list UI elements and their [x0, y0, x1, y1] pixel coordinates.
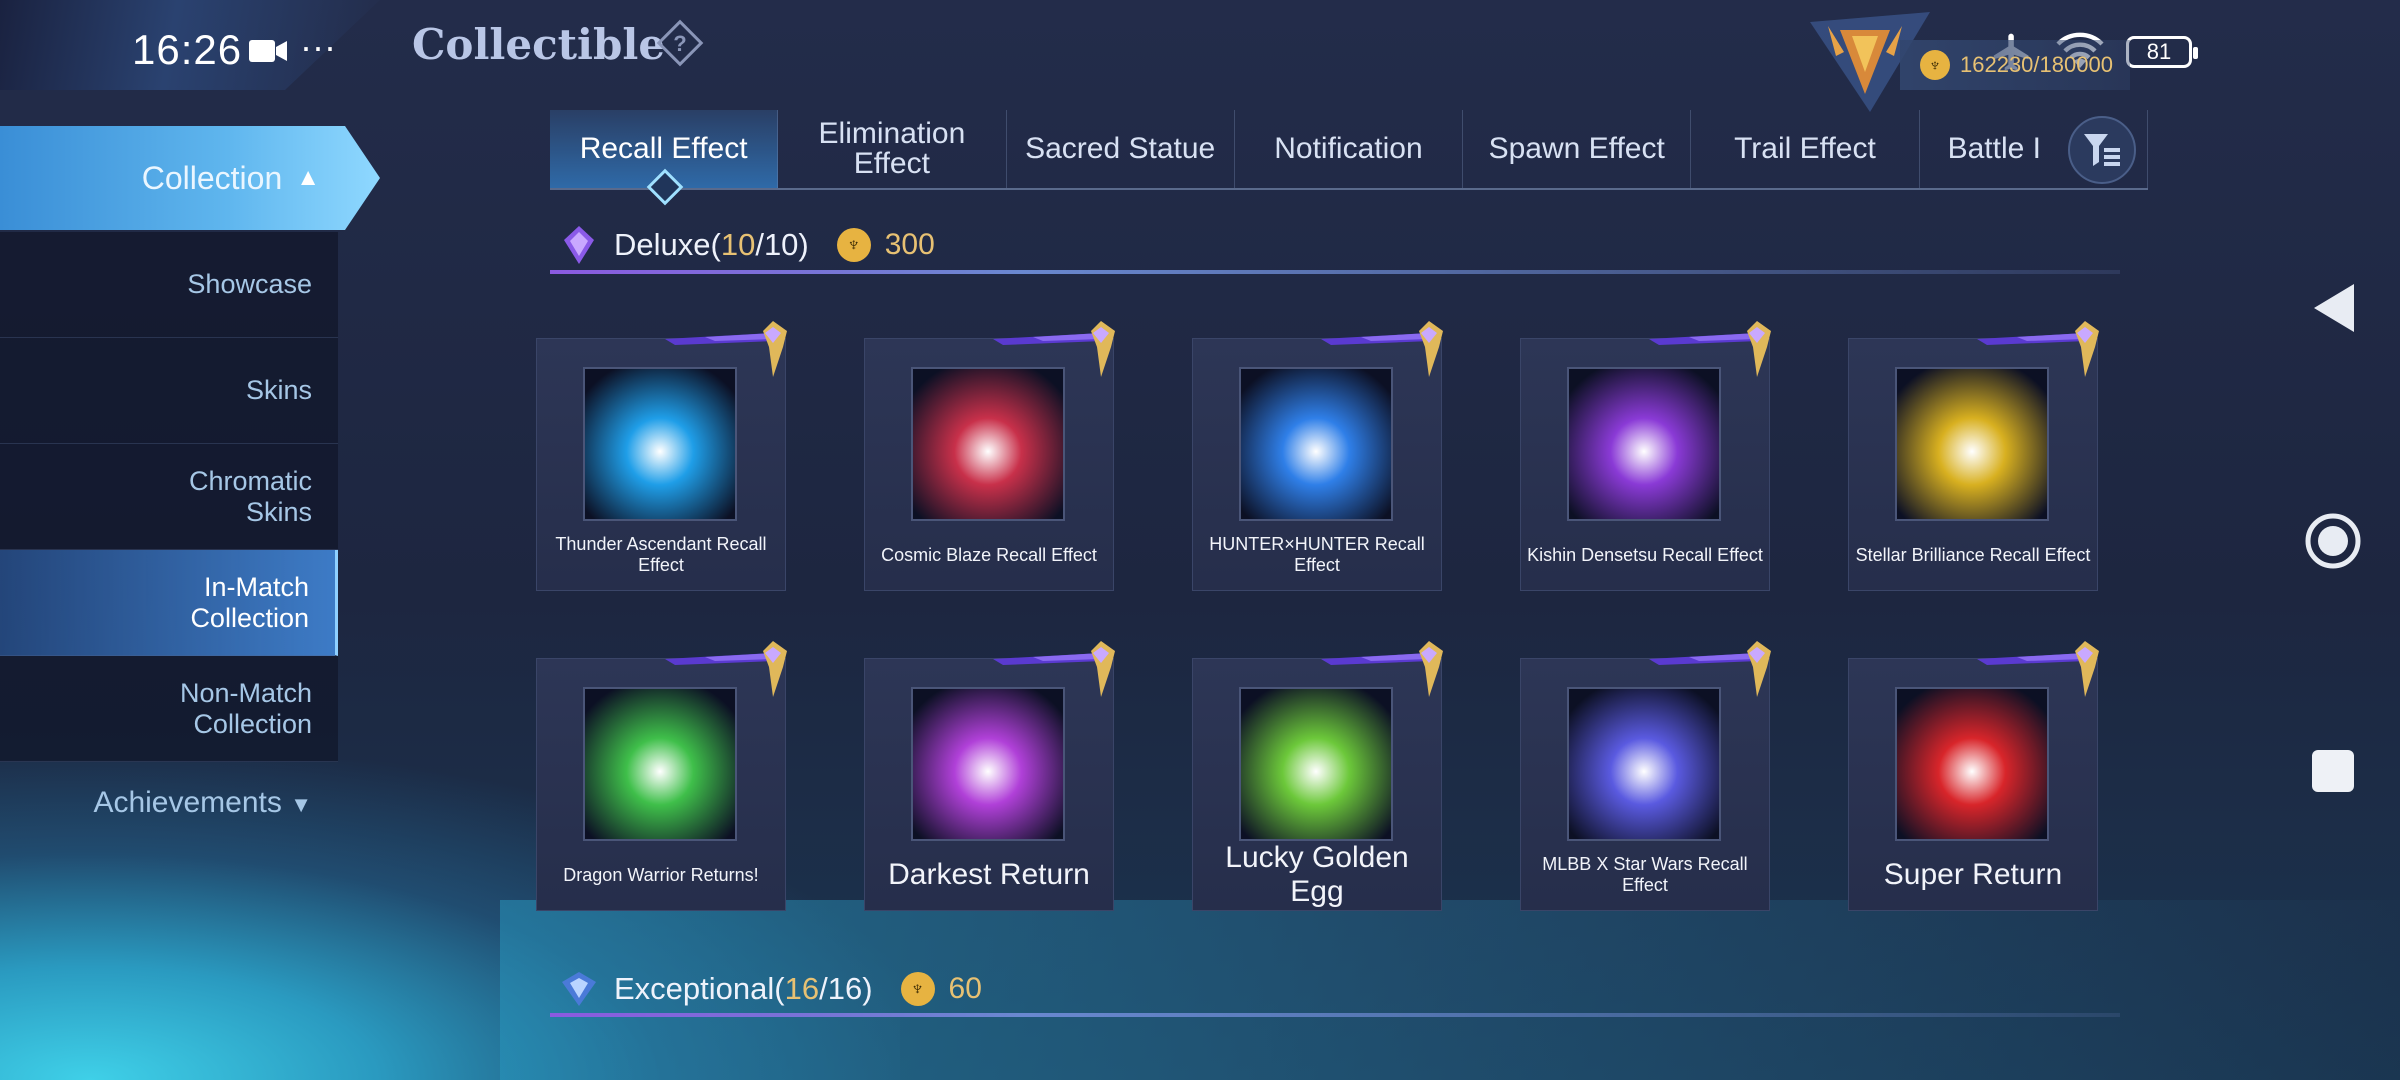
battery-indicator: 81	[2126, 36, 2198, 68]
collectible-card[interactable]: Darkest Return	[864, 641, 1115, 911]
collectible-thumbnail	[1567, 367, 1721, 521]
nav-home-icon[interactable]	[2304, 512, 2362, 570]
tab-notification[interactable]: Notification	[1235, 110, 1464, 188]
coin-icon: ♆	[1920, 50, 1950, 80]
category-tabs: Recall Effect Elimination Effect Sacred …	[550, 110, 2148, 190]
tab-trail-effect[interactable]: Trail Effect	[1691, 110, 1920, 188]
sidebar-item-chromatic-skins[interactable]: Chromatic Skins	[0, 444, 338, 550]
collectible-thumbnail	[1567, 687, 1721, 841]
page-title: Collectible	[412, 20, 666, 69]
tab-elimination-effect[interactable]: Elimination Effect	[778, 110, 1007, 188]
collectible-thumbnail	[1239, 687, 1393, 841]
collectible-card[interactable]: Cosmic Blaze Recall Effect	[864, 321, 1115, 591]
section-deluxe: Deluxe(10/10) ♆ 300	[558, 224, 935, 266]
section-title: Deluxe(10/10)	[614, 227, 809, 262]
video-camera-icon	[249, 40, 287, 62]
collectible-thumbnail	[1895, 687, 2049, 841]
nav-back-icon[interactable]	[2310, 282, 2358, 334]
sidebar-achievements-label: Achievements	[93, 786, 282, 819]
collectible-thumbnail	[1895, 367, 2049, 521]
chevron-up-icon: ▲	[296, 164, 320, 191]
collectible-thumbnail	[911, 687, 1065, 841]
collectible-name: Darkest Return	[888, 857, 1090, 891]
collectible-card[interactable]: Kishin Densetsu Recall Effect	[1520, 321, 1771, 591]
tab-label: Recall Effect	[579, 132, 748, 165]
currency-display: ♆ 162230/180000	[1900, 40, 2130, 90]
collectible-card[interactable]: Dragon Warrior Returns!	[536, 641, 787, 911]
deluxe-gem-icon	[564, 226, 594, 264]
collectible-name: Stellar Brilliance Recall Effect	[1855, 544, 2091, 565]
tab-sacred-statue[interactable]: Sacred Statue	[1007, 110, 1235, 188]
collectible-thumbnail	[583, 687, 737, 841]
sidebar-item-non-match-collection[interactable]: Non-Match Collection	[0, 656, 338, 762]
collectible-name: Kishin Densetsu Recall Effect	[1527, 544, 1763, 565]
nav-recent-apps-icon[interactable]	[2312, 750, 2354, 792]
collectible-name: HUNTER×HUNTER Recall Effect	[1209, 534, 1425, 575]
tab-spawn-effect[interactable]: Spawn Effect	[1463, 110, 1692, 188]
tab-label: Sacred Statue	[1025, 132, 1216, 165]
sidebar-item-skins[interactable]: Skins	[0, 338, 338, 444]
filter-button[interactable]	[2068, 116, 2136, 184]
tab-label: Battle I	[1947, 132, 2041, 165]
collectible-name: MLBB X Star Wars Recall Effect	[1542, 854, 1748, 895]
sidebar-collection[interactable]: Collection ▲	[0, 126, 380, 230]
section-cost: 300	[884, 228, 935, 261]
sidebar-item-label: Skins	[245, 375, 312, 405]
collectible-name: Thunder Ascendant Recall Effect	[555, 534, 767, 575]
coin-icon: ♆	[836, 228, 871, 262]
svg-text:?: ?	[673, 31, 686, 56]
status-more-icon: ···	[300, 26, 336, 67]
tab-label: Spawn Effect	[1488, 132, 1665, 165]
collectible-card[interactable]: Thunder Ascendant Recall Effect	[536, 321, 787, 591]
collectible-thumbnail	[911, 367, 1065, 521]
sidebar-item-showcase[interactable]: Showcase	[0, 232, 338, 338]
sidebar-collection-label: Collection	[141, 159, 283, 196]
collectible-card[interactable]: Stellar Brilliance Recall Effect	[1848, 321, 2099, 591]
battery-level: 81	[2146, 39, 2172, 64]
exceptional-gem-icon	[562, 972, 596, 1006]
collectible-card[interactable]: HUNTER×HUNTER Recall Effect	[1192, 321, 1443, 591]
collectible-name: Cosmic Blaze Recall Effect	[881, 544, 1097, 565]
sidebar-item-label: Non-Match Collection	[179, 677, 312, 739]
tab-label: Notification	[1274, 132, 1423, 165]
currency-value: 162230/180000	[1960, 52, 2113, 77]
collectible-card[interactable]: MLBB X Star Wars Recall Effect	[1520, 641, 1771, 911]
tab-recall-effect[interactable]: Recall Effect	[550, 110, 779, 188]
sidebar-item-label: In-Match Collection	[190, 571, 309, 633]
collectible-card[interactable]: Lucky Golden Egg	[1192, 641, 1443, 911]
status-time: 16:26	[132, 26, 243, 73]
chevron-down-icon: ▼	[290, 792, 312, 817]
collectible-card[interactable]: Super Return	[1848, 641, 2099, 911]
collectible-thumbnail	[583, 367, 737, 521]
sidebar-achievements[interactable]: Achievements ▼	[0, 786, 338, 820]
section-divider	[550, 270, 2120, 274]
collectible-thumbnail	[1239, 367, 1393, 521]
sidebar-item-label: Showcase	[187, 269, 312, 299]
sidebar-item-label: Chromatic Skins	[188, 465, 312, 527]
tab-label: Elimination Effect	[818, 117, 966, 180]
sidebar-item-in-match-collection[interactable]: In-Match Collection	[0, 550, 338, 656]
collectible-name: Lucky Golden Egg	[1225, 840, 1409, 909]
filter-icon	[2084, 134, 2120, 166]
coin-icon: ♆	[900, 972, 935, 1006]
section-divider	[550, 1013, 2120, 1017]
collectible-name: Super Return	[1883, 857, 2063, 891]
collectible-name: Dragon Warrior Returns!	[563, 864, 759, 885]
section-title: Exceptional(16/16)	[614, 971, 873, 1006]
help-icon[interactable]: ?	[655, 18, 705, 68]
tab-label: Trail Effect	[1734, 132, 1876, 165]
section-exceptional: Exceptional(16/16) ♆ 60	[558, 968, 982, 1010]
sidebar-list: Showcase Skins Chromatic Skins In-Match …	[0, 232, 338, 762]
section-cost: 60	[948, 972, 982, 1005]
